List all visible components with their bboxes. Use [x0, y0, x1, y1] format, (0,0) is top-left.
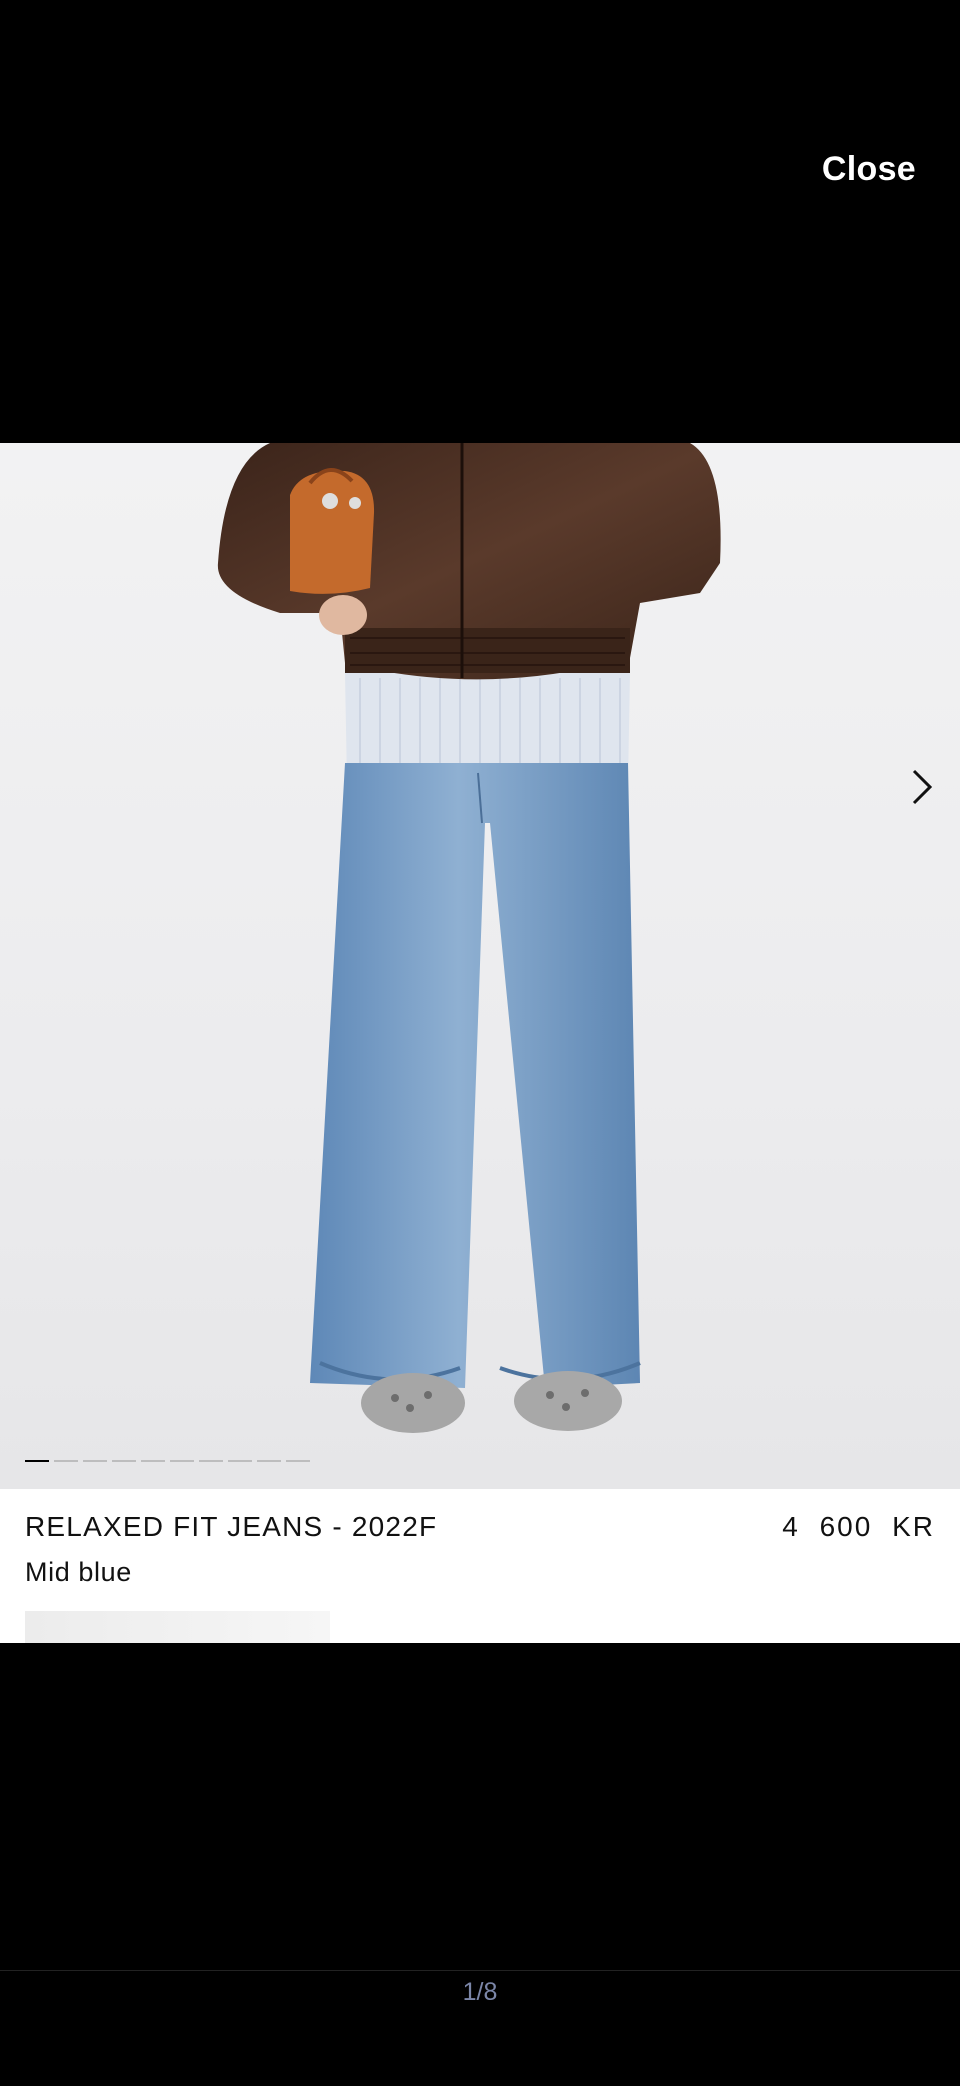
pagination-dash[interactable] — [170, 1460, 194, 1462]
footer-divider — [0, 1970, 960, 1971]
product-image[interactable] — [0, 443, 960, 1489]
pagination-dash[interactable] — [83, 1460, 107, 1462]
pagination-dash[interactable] — [257, 1460, 281, 1462]
chevron-right-icon — [912, 769, 933, 805]
product-price: 4 600 KR — [782, 1511, 935, 1542]
pagination-dash[interactable] — [54, 1460, 78, 1462]
product-title: RELAXED FIT JEANS - 2022F — [25, 1511, 438, 1542]
product-info: RELAXED FIT JEANS - 2022F 4 600 KR Mid b… — [0, 1489, 960, 1588]
product-card: RELAXED FIT JEANS - 2022F 4 600 KR Mid b… — [0, 443, 960, 1643]
image-counter: 1/8 — [462, 1978, 498, 2006]
gallery-pagination — [25, 1460, 310, 1462]
pagination-dash[interactable] — [112, 1460, 136, 1462]
product-color: Mid blue — [25, 1557, 132, 1587]
close-button[interactable]: Close — [816, 146, 922, 193]
pagination-dash[interactable] — [199, 1460, 223, 1462]
pagination-dash[interactable] — [25, 1460, 49, 1462]
next-image-button[interactable] — [904, 763, 940, 811]
color-swatch-thumbnail[interactable] — [25, 1611, 330, 1643]
pagination-dash[interactable] — [141, 1460, 165, 1462]
pagination-dash[interactable] — [228, 1460, 252, 1462]
model-illustration — [217, 443, 721, 1433]
pagination-dash[interactable] — [286, 1460, 310, 1462]
